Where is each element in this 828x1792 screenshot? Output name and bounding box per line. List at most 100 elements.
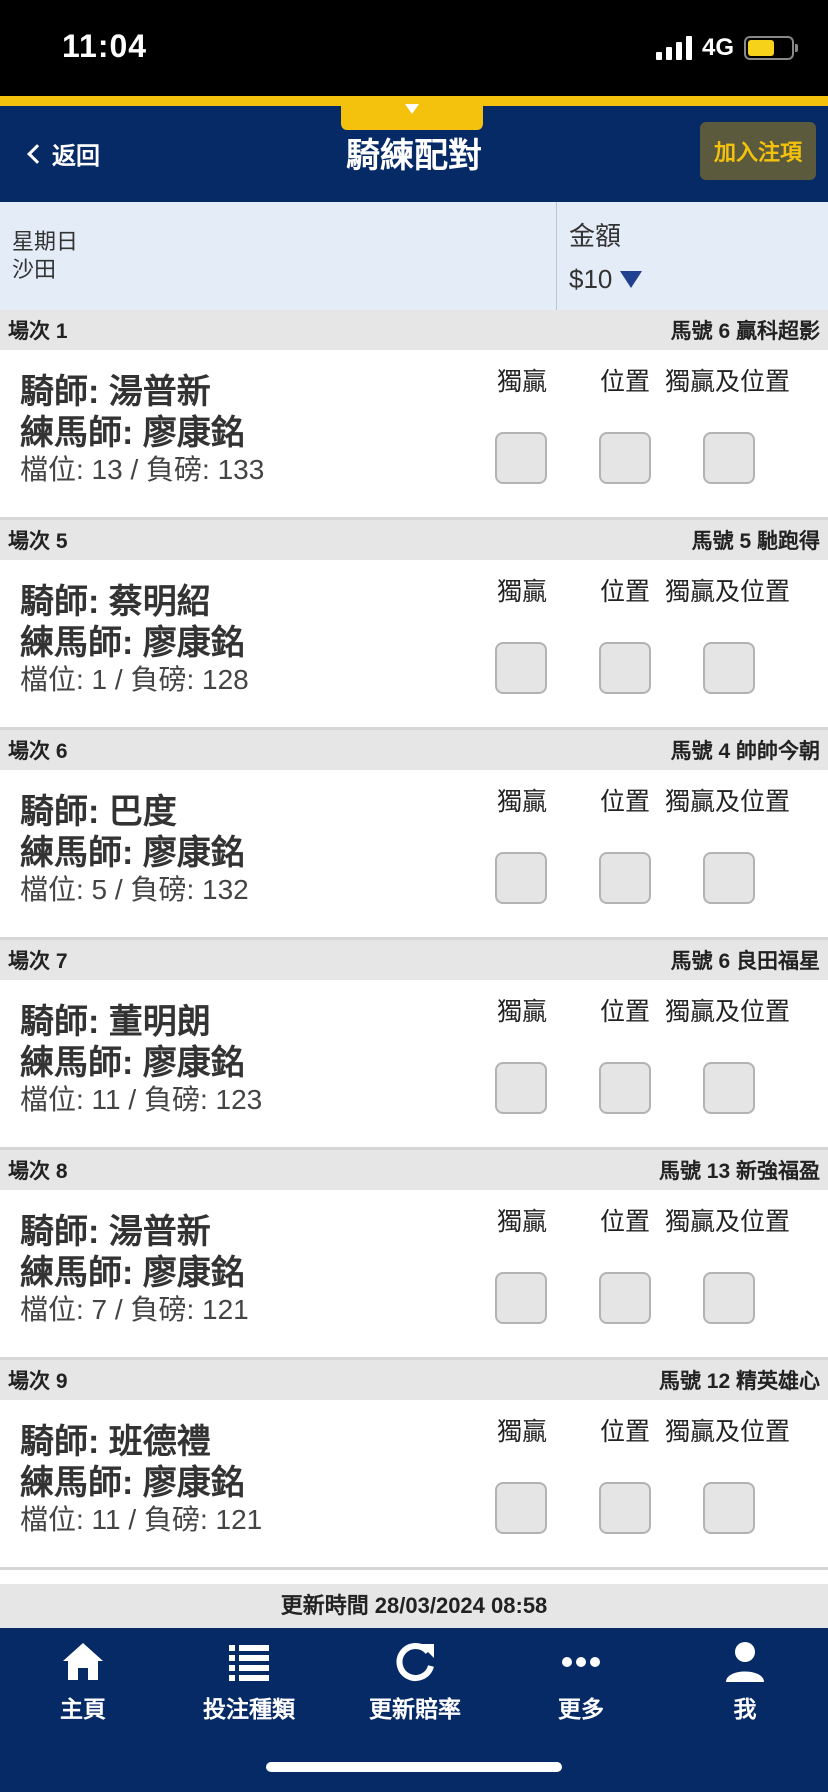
trainer-name: 練馬師: 廖康銘 [20, 624, 245, 662]
win-checkbox[interactable] [495, 1482, 547, 1534]
win-checkbox[interactable] [495, 1272, 547, 1324]
race-header: 場次 7 馬號 6 良田福星 [0, 940, 828, 980]
race-item: 場次 9 馬號 12 精英雄心 騎師: 班德禮 練馬師: 廖康銘 檔位: 11 … [0, 1360, 828, 1570]
draw-weight: 檔位: 11 / 負磅: 123 [20, 1084, 263, 1115]
horse-info: 馬號 12 精英雄心 [658, 1370, 820, 1393]
race-header: 場次 6 馬號 4 帥帥今朝 [0, 730, 828, 770]
win-column-label: 獨贏 [497, 1418, 548, 1446]
draw-weight: 檔位: 11 / 負磅: 121 [20, 1504, 263, 1535]
place-checkbox[interactable] [599, 1482, 651, 1534]
meeting-venue: 沙田 [12, 257, 57, 282]
draw-weight: 檔位: 13 / 負磅: 133 [20, 454, 265, 485]
race-body: 騎師: 董明朗 練馬師: 廖康銘 檔位: 11 / 負磅: 123 獨贏 位置 … [0, 980, 828, 1147]
header-pulldown-tab[interactable] [341, 96, 483, 130]
update-time: 更新時間 28/03/2024 08:58 [0, 1584, 828, 1628]
race-body: 騎師: 蔡明紹 練馬師: 廖康銘 檔位: 1 / 負磅: 128 獨贏 位置 獨… [0, 560, 828, 727]
status-indicators: 4G [655, 34, 798, 62]
win-place-checkbox[interactable] [703, 1272, 755, 1324]
win-column-label: 獨贏 [497, 1208, 548, 1236]
divider [556, 202, 557, 310]
place-column-label: 位置 [600, 368, 651, 396]
race-header: 場次 9 馬號 12 精英雄心 [0, 1360, 828, 1400]
place-checkbox[interactable] [599, 642, 651, 694]
add-to-slip-button[interactable]: 加入注項 [700, 122, 816, 180]
draw-weight: 檔位: 5 / 負磅: 132 [20, 874, 249, 905]
nav-label: 更新賠率 [369, 1696, 461, 1722]
nav-profile[interactable]: 我 [662, 1640, 828, 1724]
win-column-label: 獨贏 [497, 368, 548, 396]
draw-weight: 檔位: 1 / 負磅: 128 [20, 664, 249, 695]
win-place-checkbox[interactable] [703, 432, 755, 484]
race-body: 騎師: 湯普新 練馬師: 廖康銘 檔位: 7 / 負磅: 121 獨贏 位置 獨… [0, 1190, 828, 1357]
place-column-label: 位置 [600, 1418, 651, 1446]
place-column-label: 位置 [600, 788, 651, 816]
draw-weight: 檔位: 7 / 負磅: 121 [20, 1294, 249, 1325]
dropdown-arrow-icon [620, 271, 643, 288]
win-column-label: 獨贏 [497, 998, 548, 1026]
win-column-label: 獨贏 [497, 578, 548, 606]
trainer-name: 練馬師: 廖康銘 [20, 1254, 245, 1292]
race-number: 場次 7 [8, 950, 68, 973]
race-body: 騎師: 班德禮 練馬師: 廖康銘 檔位: 11 / 負磅: 121 獨贏 位置 … [0, 1400, 828, 1567]
place-checkbox[interactable] [599, 852, 651, 904]
place-checkbox[interactable] [599, 1272, 651, 1324]
race-item: 場次 5 馬號 5 馳跑得 騎師: 蔡明紹 練馬師: 廖康銘 檔位: 1 / 負… [0, 520, 828, 730]
race-header: 場次 1 馬號 6 贏科超影 [0, 310, 828, 350]
win-checkbox[interactable] [495, 1062, 547, 1114]
amount-label: 金額 [569, 221, 622, 251]
place-checkbox[interactable] [599, 432, 651, 484]
nav-label: 投注種類 [203, 1696, 295, 1722]
chevron-left-icon [27, 143, 47, 164]
win-place-checkbox[interactable] [703, 642, 755, 694]
race-body: 騎師: 巴度 練馬師: 廖康銘 檔位: 5 / 負磅: 132 獨贏 位置 獨贏… [0, 770, 828, 937]
win-place-checkbox[interactable] [703, 1062, 755, 1114]
network-type: 4G [701, 34, 734, 61]
trainer-name: 練馬師: 廖康銘 [20, 414, 245, 452]
nav-bet-types[interactable]: 投注種類 [166, 1640, 332, 1724]
meeting-info-panel: 星期日 沙田 金額 $10 [0, 202, 828, 310]
win-place-column-label: 獨贏及位置 [665, 368, 791, 396]
win-column-label: 獨贏 [497, 788, 548, 816]
win-place-checkbox[interactable] [703, 852, 755, 904]
win-place-column-label: 獨贏及位置 [665, 578, 791, 606]
race-item: 場次 6 馬號 4 帥帥今朝 騎師: 巴度 練馬師: 廖康銘 檔位: 5 / 負… [0, 730, 828, 940]
amount-select[interactable]: $10 [569, 264, 643, 295]
nav-label: 我 [733, 1696, 757, 1722]
nav-home[interactable]: 主頁 [0, 1640, 166, 1724]
place-column-label: 位置 [600, 578, 651, 606]
place-checkbox[interactable] [599, 1062, 651, 1114]
place-column-label: 位置 [600, 1208, 651, 1236]
win-place-column-label: 獨贏及位置 [665, 998, 791, 1026]
nav-refresh-odds[interactable]: 更新賠率 [332, 1640, 498, 1724]
win-checkbox[interactable] [495, 852, 547, 904]
race-list: 場次 1 馬號 6 贏科超影 騎師: 湯普新 練馬師: 廖康銘 檔位: 13 /… [0, 310, 828, 1570]
win-place-checkbox[interactable] [703, 1482, 755, 1534]
race-item: 場次 1 馬號 6 贏科超影 騎師: 湯普新 練馬師: 廖康銘 檔位: 13 /… [0, 310, 828, 520]
race-header: 場次 8 馬號 13 新強福盈 [0, 1150, 828, 1190]
meeting-info: 星期日 沙田 [12, 228, 78, 284]
race-number: 場次 6 [8, 740, 68, 763]
win-checkbox[interactable] [495, 642, 547, 694]
win-checkbox[interactable] [495, 432, 547, 484]
nav-more[interactable]: 更多 [498, 1640, 664, 1724]
back-button[interactable]: 返回 [27, 136, 100, 171]
race-number: 場次 1 [8, 320, 68, 343]
battery-icon [744, 36, 798, 60]
race-number: 場次 8 [8, 1160, 68, 1183]
chevron-down-icon [405, 104, 419, 114]
win-place-column-label: 獨贏及位置 [665, 1208, 791, 1236]
race-item: 場次 7 馬號 6 良田福星 騎師: 董明朗 練馬師: 廖康銘 檔位: 11 /… [0, 940, 828, 1150]
home-indicator [266, 1762, 562, 1772]
nav-label: 更多 [558, 1696, 604, 1722]
profile-icon [726, 1642, 764, 1682]
signal-icon [655, 36, 692, 60]
status-bar: 11:04 4G [0, 0, 828, 96]
win-place-column-label: 獨贏及位置 [665, 1418, 791, 1446]
back-label: 返回 [52, 143, 100, 170]
race-number: 場次 5 [8, 530, 68, 553]
place-column-label: 位置 [600, 998, 651, 1026]
refresh-icon [396, 1643, 434, 1681]
horse-info: 馬號 6 贏科超影 [670, 320, 820, 343]
horse-info: 馬號 6 良田福星 [670, 950, 820, 973]
horse-info: 馬號 5 馳跑得 [691, 530, 820, 553]
